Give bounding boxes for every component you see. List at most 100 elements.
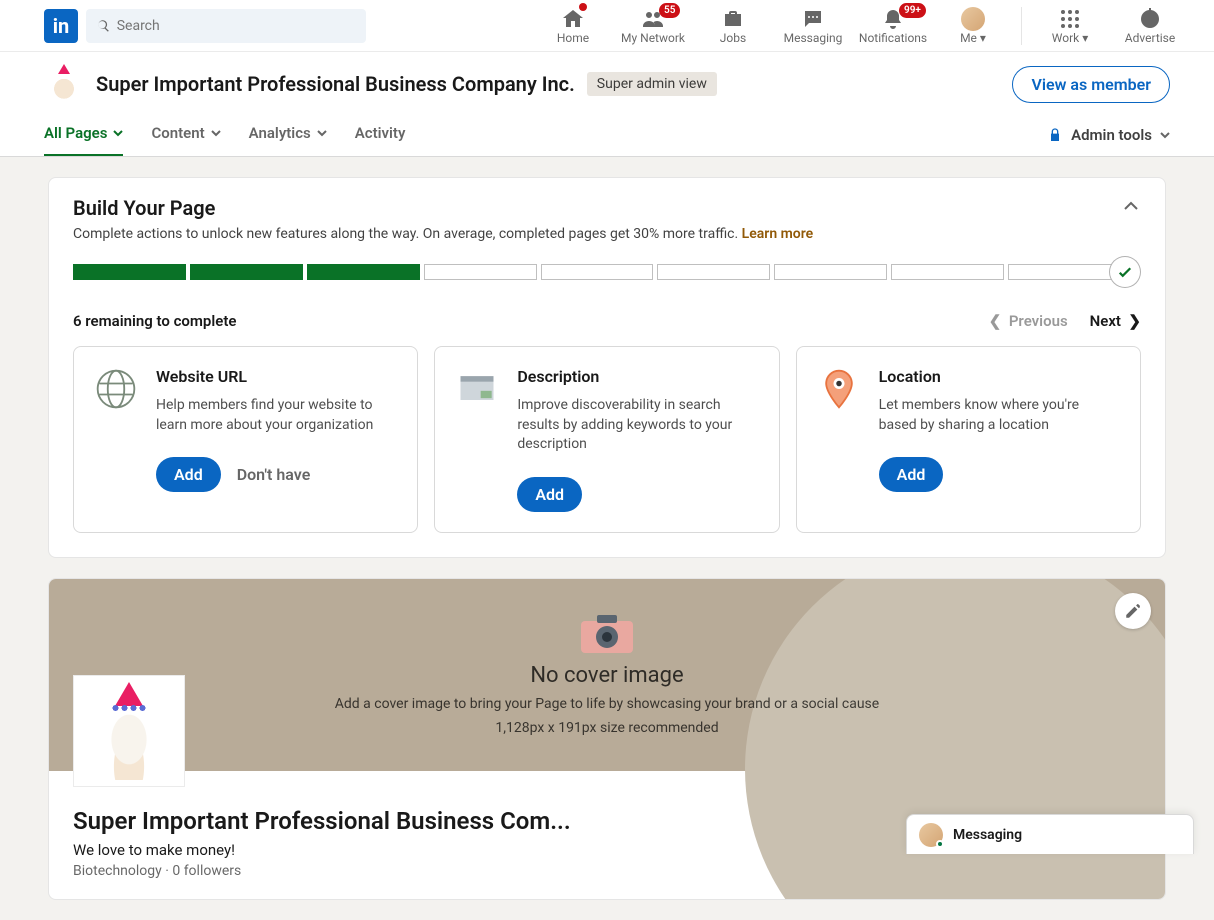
globe-icon — [94, 367, 138, 411]
progress-seg — [774, 264, 887, 280]
task-desc: Let members know where you're based by s… — [879, 396, 1120, 435]
nav-separator — [1021, 7, 1022, 45]
target-icon — [1138, 7, 1162, 31]
progress-seg — [1008, 264, 1121, 280]
progress-seg — [190, 264, 303, 280]
task-desc: Help members find your website to learn … — [156, 396, 397, 435]
nav-notif-label: Notifications — [859, 31, 927, 45]
task-title: Location — [879, 367, 1120, 386]
learn-more-link[interactable]: Learn more — [742, 226, 813, 242]
chat-icon — [801, 7, 825, 31]
add-description-button[interactable]: Add — [517, 477, 582, 512]
task-title: Website URL — [156, 367, 397, 386]
tagline: We love to make money! — [73, 841, 571, 859]
main-content: Build Your Page Complete actions to unlo… — [24, 157, 1190, 920]
chevron-down-icon — [1160, 130, 1170, 140]
task-title: Description — [517, 367, 758, 386]
grid-icon — [1058, 7, 1082, 31]
lock-icon — [1047, 127, 1063, 143]
progress-seg — [73, 264, 186, 280]
collapse-button[interactable] — [1121, 196, 1141, 220]
admin-view-badge: Super admin view — [587, 72, 717, 96]
nav-messaging[interactable]: Messaging — [773, 3, 853, 49]
dock-label: Messaging — [953, 827, 1022, 843]
add-location-button[interactable]: Add — [879, 457, 944, 492]
task-row: Website URL Help members find your websi… — [73, 346, 1141, 533]
chevron-down-icon — [113, 128, 123, 138]
nav-home[interactable]: Home — [533, 3, 613, 49]
progress-complete-icon — [1109, 256, 1141, 288]
nav-jobs-label: Jobs — [720, 31, 746, 45]
next-button[interactable]: Next ❯ — [1090, 312, 1141, 330]
nav-me-label: Me — [960, 31, 977, 45]
nav-home-label: Home — [557, 31, 589, 45]
home-badge-dot — [579, 3, 587, 11]
build-page-card: Build Your Page Complete actions to unlo… — [48, 177, 1166, 558]
search-box[interactable] — [86, 9, 366, 43]
page-meta: Biotechnology · 0 followers — [73, 863, 571, 879]
nav-network[interactable]: 55 My Network — [613, 3, 693, 49]
nav-work[interactable]: Work ▾ — [1030, 3, 1110, 49]
progress-seg — [541, 264, 654, 280]
nav-messaging-label: Messaging — [784, 31, 843, 45]
view-as-member-button[interactable]: View as member — [1012, 66, 1170, 103]
edit-cover-button[interactable] — [1115, 593, 1151, 629]
page-header: Super Important Professional Business Co… — [0, 52, 1214, 157]
company-name: Super Important Professional Business Co… — [96, 72, 575, 96]
progress-bar — [73, 256, 1141, 288]
admin-tools-label: Admin tools — [1071, 126, 1152, 144]
nav-jobs[interactable]: Jobs — [693, 3, 773, 49]
chevron-up-icon — [1121, 196, 1141, 216]
remaining-count: 6 remaining to complete — [73, 312, 236, 330]
tab-activity-label: Activity — [355, 124, 406, 142]
top-nav: in Home 55 My Network Jobs Messaging 99+… — [0, 0, 1214, 52]
progress-seg — [307, 264, 420, 280]
nav-network-label: My Network — [621, 31, 685, 45]
nav-me[interactable]: Me ▾ — [933, 3, 1013, 49]
build-page-title: Build Your Page — [73, 196, 813, 220]
tab-analytics[interactable]: Analytics — [249, 114, 327, 156]
nav-advertise[interactable]: Advertise — [1110, 3, 1190, 49]
progress-seg — [657, 264, 770, 280]
linkedin-logo[interactable]: in — [44, 9, 78, 43]
avatar-icon — [961, 7, 985, 31]
company-logo-small — [44, 64, 84, 104]
nav-items: Home 55 My Network Jobs Messaging 99+ No… — [533, 3, 1190, 49]
company-logo-large[interactable] — [73, 675, 185, 787]
cover-image-area: No cover image Add a cover image to brin… — [49, 579, 1165, 771]
briefcase-icon — [721, 7, 745, 31]
tab-all-pages-label: All Pages — [44, 124, 107, 142]
progress-seg — [891, 264, 1004, 280]
tab-content-label: Content — [151, 124, 204, 142]
chevron-down-icon — [211, 128, 221, 138]
messaging-dock[interactable]: Messaging — [906, 814, 1194, 854]
build-page-subtitle: Complete actions to unlock new features … — [73, 226, 813, 242]
no-cover-line2: 1,128px x 191px size recommended — [495, 720, 718, 736]
status-online-icon — [936, 840, 944, 848]
pin-icon — [817, 367, 861, 411]
tab-all-pages[interactable]: All Pages — [44, 114, 123, 156]
camera-icon — [579, 613, 635, 655]
prev-button[interactable]: ❮ Previous — [989, 312, 1068, 330]
nav-notifications[interactable]: 99+ Notifications — [853, 3, 933, 49]
nav-work-label: Work — [1052, 31, 1079, 45]
add-website-button[interactable]: Add — [156, 457, 221, 492]
tab-activity[interactable]: Activity — [355, 114, 406, 156]
task-pager: ❮ Previous Next ❯ — [989, 312, 1141, 330]
search-input[interactable] — [117, 18, 356, 34]
chevron-down-icon — [317, 128, 327, 138]
admin-tabs: All Pages Content Analytics Activity Adm… — [44, 114, 1170, 156]
progress-seg — [424, 264, 537, 280]
task-desc: Improve discoverability in search result… — [517, 396, 758, 455]
document-icon — [455, 367, 499, 411]
no-cover-line1: Add a cover image to bring your Page to … — [335, 696, 879, 712]
build-page-subtitle-text: Complete actions to unlock new features … — [73, 226, 742, 242]
no-cover-title: No cover image — [530, 663, 683, 688]
dont-have-button[interactable]: Don't have — [237, 465, 311, 484]
dock-avatar — [919, 823, 943, 847]
pencil-icon — [1124, 602, 1142, 620]
task-location: Location Let members know where you're b… — [796, 346, 1141, 533]
nav-advertise-label: Advertise — [1125, 31, 1175, 45]
tab-content[interactable]: Content — [151, 114, 220, 156]
admin-tools-menu[interactable]: Admin tools — [1047, 126, 1170, 144]
